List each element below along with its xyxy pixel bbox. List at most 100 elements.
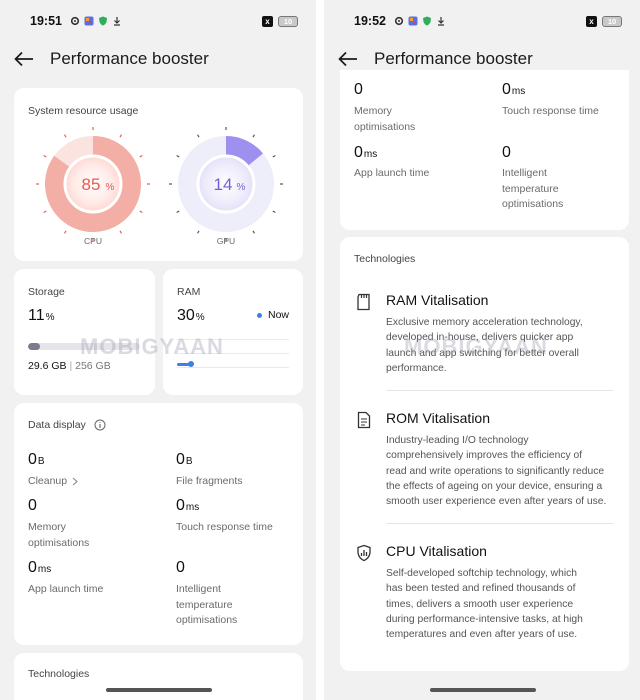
touch-unit: ms — [511, 86, 526, 97]
fragments-unit: B — [185, 456, 193, 467]
cleanup-label: Cleanup — [28, 475, 68, 487]
gauge-tick — [196, 230, 200, 234]
ram-chart-point — [188, 361, 194, 367]
memopt-label-2: optimisations — [28, 536, 90, 549]
gauge-tick — [139, 210, 143, 214]
back-arrow-icon[interactable] — [338, 49, 360, 69]
document-icon — [357, 411, 371, 429]
touch-value: 0 — [502, 81, 511, 98]
screen-divider — [316, 0, 324, 700]
memopt-label-2: optimisations — [354, 120, 416, 133]
data-display-title: Data display — [28, 419, 86, 431]
memopt-value: 0 — [28, 497, 37, 514]
page-title: Performance booster — [50, 49, 209, 68]
top-app-bar: Performance booster — [338, 46, 626, 72]
top-app-bar: Performance booster — [14, 46, 302, 72]
ram-title: RAM — [177, 286, 201, 298]
tech-item-title: RAM Vitalisation — [386, 292, 489, 308]
gpu-gauge: 14 % — [169, 127, 283, 241]
cpu-gauge: 85 % — [36, 127, 150, 241]
cleanup-unit: B — [37, 456, 45, 467]
shield-icon — [98, 16, 107, 26]
info-icon[interactable] — [94, 419, 106, 431]
launch-label: App launch time — [28, 583, 104, 595]
gauge-tick — [63, 134, 67, 138]
cleanup-link[interactable]: Cleanup — [28, 474, 78, 490]
touch-label: Touch response time — [502, 105, 599, 117]
gauge-tick — [252, 230, 256, 234]
back-arrow-icon[interactable] — [14, 49, 36, 69]
gauge-tick — [139, 154, 143, 158]
tech-item-description: Self-developed softchip technology, whic… — [386, 568, 583, 641]
system-resource-card: System resource usage 85 % CPU 14 % GPU — [14, 88, 303, 261]
status-time: 19:51 — [30, 14, 62, 28]
divider — [386, 390, 613, 391]
gauge-tick — [252, 134, 256, 138]
memopt-value: 0 — [354, 81, 363, 98]
storage-card[interactable]: Storage 11% 29.6 GB | 256 GB — [14, 269, 155, 395]
app-icon — [408, 16, 418, 26]
cleanup-value: 0 — [28, 451, 37, 468]
temp-value: 0 — [502, 144, 511, 161]
download-icon — [437, 17, 444, 26]
page-title: Performance booster — [374, 49, 533, 68]
memory-card-icon — [357, 293, 370, 311]
tech-item-title: ROM Vitalisation — [386, 410, 491, 426]
app-icon — [84, 16, 94, 26]
tech-item-cpu: CPU Vitalisation Self-developed softchip… — [386, 543, 621, 642]
storage-used: 29.6 GB — [28, 360, 67, 372]
gpu-unit: % — [237, 182, 246, 193]
data-display-card: 0 Memory optimisations 0ms Touch respons… — [340, 70, 629, 230]
launch-label: App launch time — [354, 167, 430, 179]
gauge-tick — [176, 154, 180, 158]
temp-label-2: temperature — [176, 598, 233, 611]
close-box-icon: x — [586, 15, 597, 27]
gauge-tick — [196, 134, 200, 138]
temp-value: 0 — [176, 559, 185, 576]
storage-unit: % — [45, 312, 55, 323]
card-title: System resource usage — [28, 105, 139, 117]
gauge-tick — [43, 154, 47, 158]
fragments-label: File fragments — [176, 475, 243, 487]
temp-label-2: temperature — [502, 182, 559, 195]
gauge-tick — [119, 134, 123, 138]
settings-icon — [394, 16, 404, 26]
download-icon — [113, 17, 120, 26]
home-indicator[interactable] — [430, 688, 536, 692]
gauge-tick — [63, 230, 67, 234]
gauge-tick — [272, 210, 276, 214]
touch-label: Touch response time — [176, 521, 273, 533]
watermark: MOBIGYAAN — [80, 334, 224, 359]
launch-unit: ms — [37, 564, 52, 575]
storage-bar-fill — [28, 343, 41, 350]
settings-icon — [70, 16, 80, 26]
gauge-tick — [119, 230, 123, 234]
temp-label-3: optimisations — [176, 614, 238, 626]
battery-indicator: 10 — [602, 15, 622, 27]
memopt-label-1: Memory — [354, 105, 392, 117]
temp-label-3: optimisations — [502, 198, 564, 210]
cpu-unit: % — [106, 182, 115, 193]
ram-card[interactable]: RAM 30% Now — [163, 269, 303, 395]
gauge-tick — [43, 210, 47, 214]
touch-value: 0 — [176, 497, 185, 514]
shield-chart-icon — [357, 544, 371, 562]
launch-value: 0 — [28, 559, 37, 576]
chevron-right-icon — [72, 477, 78, 486]
ram-now-label: Now — [267, 309, 289, 321]
gpu-label: GPU — [216, 236, 236, 246]
tech-item-title: CPU Vitalisation — [386, 543, 487, 559]
ram-value: 30 — [177, 307, 195, 324]
close-box-icon: x — [262, 15, 273, 27]
temp-label-1: Intelligent — [176, 583, 221, 595]
home-indicator[interactable] — [106, 688, 212, 692]
left-screen: 19:51 x 10 Performance booster System re… — [0, 0, 316, 700]
fragments-value: 0 — [176, 451, 185, 468]
data-display-card: Data display 0B Cleanup 0B File fragment… — [14, 403, 303, 645]
tech-item-description: Industry-leading I/O technology comprehe… — [386, 435, 607, 508]
storage-total: 256 GB — [75, 360, 111, 372]
touch-unit: ms — [185, 502, 200, 513]
gauge-tick — [272, 154, 276, 158]
technologies-card: Technologies RAM Vitalisation Exclusive … — [340, 237, 629, 671]
technologies-card: Technologies — [14, 653, 303, 700]
